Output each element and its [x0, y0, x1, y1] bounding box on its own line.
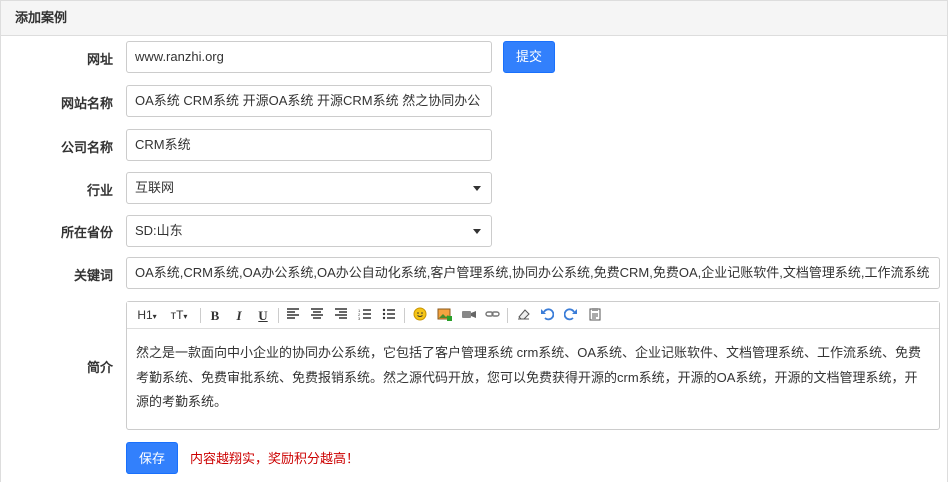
province-label: 所在省份	[60, 225, 113, 240]
editor-toolbar: H1▾ тT▾ B I U 123	[127, 302, 939, 329]
paste-icon[interactable]	[587, 307, 603, 324]
emoticon-icon[interactable]	[412, 307, 428, 324]
keywords-label: 关键词	[73, 268, 113, 283]
company-label: 公司名称	[60, 140, 113, 155]
intro-editor[interactable]: H1▾ тT▾ B I U 123 然之是一款面向中小企业的协同办公系统，它包括…	[126, 301, 940, 430]
underline-button[interactable]: U	[255, 307, 271, 324]
ordered-list-icon[interactable]: 123	[357, 307, 373, 324]
video-icon[interactable]	[460, 307, 478, 324]
province-select[interactable]: SD:山东	[126, 215, 492, 247]
panel-title: 添加案例	[1, 1, 947, 36]
bullet-list-icon[interactable]	[381, 307, 397, 324]
align-right-icon[interactable]	[333, 307, 349, 324]
industry-select-value: 互联网	[135, 180, 175, 195]
submit-button[interactable]: 提交	[503, 41, 555, 73]
bold-button[interactable]: B	[207, 307, 223, 324]
editor-content[interactable]: 然之是一款面向中小企业的协同办公系统，它包括了客户管理系统 crm系统、OA系统…	[127, 329, 939, 415]
toolbar-separator	[200, 308, 201, 323]
reward-hint: 内容越翔实，奖励积分越高！	[190, 451, 360, 466]
province-select-value: SD:山东	[135, 223, 183, 238]
font-size-button[interactable]: тT▾	[167, 307, 191, 324]
site-name-label: 网站名称	[60, 96, 113, 111]
link-icon[interactable]	[484, 307, 500, 324]
toolbar-separator	[507, 308, 508, 323]
svg-text:3: 3	[358, 316, 361, 321]
italic-button[interactable]: I	[231, 307, 247, 324]
align-left-icon[interactable]	[285, 307, 301, 324]
toolbar-separator	[278, 308, 279, 323]
undo-icon[interactable]	[539, 307, 555, 324]
eraser-icon[interactable]	[515, 307, 531, 324]
align-center-icon[interactable]	[309, 307, 325, 324]
heading-label: H1	[137, 308, 153, 322]
redo-icon[interactable]	[563, 307, 579, 324]
toolbar-separator	[404, 308, 405, 323]
url-label: 网址	[86, 52, 113, 67]
heading-button[interactable]: H1▾	[135, 307, 159, 324]
url-input[interactable]: www.ranzhi.org	[126, 41, 492, 73]
save-button[interactable]: 保存	[126, 442, 178, 474]
intro-label: 简介	[86, 360, 113, 375]
site-name-input[interactable]: OA系统 CRM系统 开源OA系统 开源CRM系统 然之协同办公	[126, 85, 492, 117]
company-input[interactable]: CRM系统	[126, 129, 492, 161]
image-icon[interactable]	[436, 307, 452, 324]
font-size-label: тT	[170, 308, 184, 322]
industry-select[interactable]: 互联网	[126, 172, 492, 204]
industry-label: 行业	[86, 183, 113, 198]
keywords-input[interactable]: OA系统,CRM系统,OA办公系统,OA办公自动化系统,客户管理系统,协同办公系…	[126, 257, 940, 289]
